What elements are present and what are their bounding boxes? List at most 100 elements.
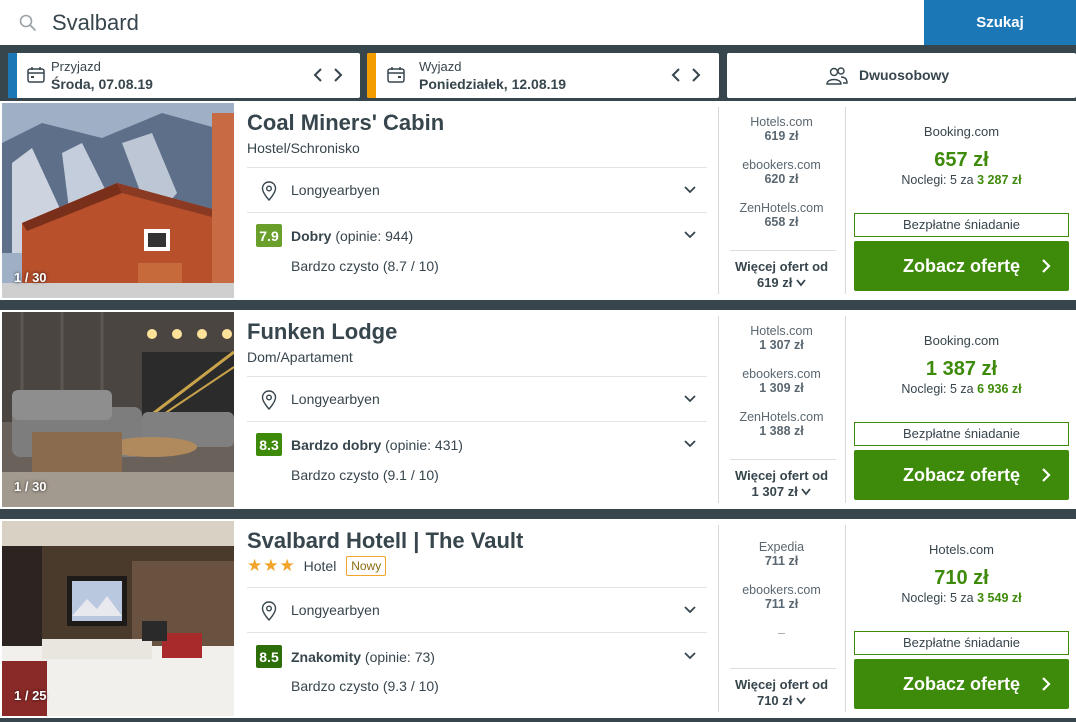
nights-text: Noclegi: 5 za: [901, 173, 974, 187]
divider: [247, 212, 707, 213]
hotel-type-row: ★★★ Hotel Nowy: [247, 556, 387, 576]
location-row[interactable]: Longyearbyen: [247, 169, 707, 211]
checkin-next-icon[interactable]: [331, 65, 345, 85]
checkin-value: Środa, 07.08.19: [51, 76, 153, 92]
provider-offer[interactable]: ebookers.com 711 zł: [722, 583, 841, 611]
column-divider: [718, 525, 719, 712]
rating-row[interactable]: 8.3 Bardzo dobry (opinie: 431): [247, 423, 707, 465]
hotel-card: 1 / 30 Funken Lodge Dom/Apartament Longy…: [0, 310, 1076, 509]
view-deal-button[interactable]: Zobacz ofertę: [854, 659, 1069, 709]
hotel-photo[interactable]: 1 / 25: [2, 521, 234, 716]
checkout-picker[interactable]: Wyjazd Poniedziałek, 12.08.19: [367, 53, 719, 98]
nights-summary: Noclegi: 5 za 6 936 zł: [854, 382, 1069, 396]
hotel-card: 1 / 25 Svalbard Hotell | The Vault ★★★ H…: [0, 519, 1076, 718]
best-offer-price[interactable]: 657 zł: [854, 149, 1069, 172]
hotel-name[interactable]: Funken Lodge: [247, 319, 397, 345]
more-offers-price: 710 zł: [756, 693, 793, 708]
provider-price: 711 zł: [764, 554, 799, 568]
rating-reviews: (opinie: 944): [335, 228, 414, 244]
photo-count: 1 / 30: [14, 479, 47, 494]
rating-text: Dobry (opinie: 944): [291, 228, 413, 244]
provider-offer[interactable]: ebookers.com 620 zł: [722, 158, 841, 186]
hotel-card: 1 / 30 Coal Miners' Cabin Hostel/Schroni…: [0, 101, 1076, 300]
provider-offer[interactable]: ZenHotels.com 1 388 zł: [722, 410, 841, 438]
provider-offer[interactable]: Expedia 711 zł: [722, 540, 841, 568]
provider-name: ZenHotels.com: [739, 410, 824, 424]
location-text: Longyearbyen: [291, 182, 380, 198]
location-row[interactable]: Longyearbyen: [247, 589, 707, 631]
more-offers-link[interactable]: Więcej ofert od 710 zł: [722, 677, 841, 709]
provider-offer[interactable]: ZenHotels.com 658 zł: [722, 201, 841, 229]
cleanliness-text: Bardzo czysto (9.3 / 10): [291, 678, 439, 694]
rating-score: 7.9: [256, 224, 282, 247]
view-deal-button[interactable]: Zobacz ofertę: [854, 450, 1069, 500]
more-offers-link[interactable]: Więcej ofert od 619 zł: [722, 259, 841, 291]
guests-label: Dwuosobowy: [859, 67, 950, 83]
more-offers-label: Więcej ofert od: [734, 677, 829, 692]
provider-name: Hotels.com: [750, 324, 813, 338]
nights-summary: Noclegi: 5 za 3 549 zł: [854, 591, 1069, 605]
more-offers-link[interactable]: Więcej ofert od 1 307 zł: [722, 468, 841, 500]
provider-name: ZenHotels.com: [739, 201, 824, 215]
chevron-down-icon: [684, 652, 696, 660]
provider-price: 711 zł: [764, 597, 799, 611]
divider: [247, 167, 707, 168]
guests-selector[interactable]: Dwuosobowy: [727, 53, 1076, 98]
provider-price: 1 388 zł: [759, 424, 804, 438]
divider: [730, 250, 836, 251]
hotel-name[interactable]: Svalbard Hotell | The Vault: [247, 528, 523, 554]
hotel-photo-image: [2, 521, 234, 716]
provider-name: ebookers.com: [742, 583, 821, 597]
hotel-photo[interactable]: 1 / 30: [2, 103, 234, 298]
provider-offer[interactable]: Hotels.com 619 zł: [722, 115, 841, 143]
checkout-prev-icon[interactable]: [669, 65, 683, 85]
more-offers-label: Więcej ofert od: [734, 259, 829, 274]
chevron-down-icon: [684, 440, 696, 448]
nights-text: Noclegi: 5 za: [901, 382, 974, 396]
checkout-next-icon[interactable]: [689, 65, 703, 85]
best-offer-price[interactable]: 1 387 zł: [854, 358, 1069, 381]
divider: [730, 668, 836, 669]
rating-reviews: (opinie: 431): [385, 437, 463, 453]
chevron-down-icon: [796, 697, 806, 705]
provider-offer[interactable]: Hotels.com 1 307 zł: [722, 324, 841, 352]
free-breakfast-badge: Bezpłatne śniadanie: [854, 631, 1069, 655]
best-offer-site: Hotels.com: [928, 542, 995, 557]
chevron-down-icon: [801, 488, 812, 496]
hotel-type: Hostel/Schronisko: [247, 140, 360, 156]
location-pin-icon: [261, 181, 277, 201]
cleanliness-text: Bardzo czysto (9.1 / 10): [291, 467, 439, 483]
search-input[interactable]: [52, 0, 912, 45]
best-offer-site: Booking.com: [923, 124, 1000, 139]
view-deal-button[interactable]: Zobacz ofertę: [854, 241, 1069, 291]
provider-offer[interactable]: ebookers.com 1 309 zł: [722, 367, 841, 395]
divider: [247, 632, 707, 633]
location-text: Longyearbyen: [291, 602, 380, 618]
search-button[interactable]: Szukaj: [924, 0, 1076, 45]
rating-label: Bardzo dobry: [291, 437, 382, 453]
checkin-picker[interactable]: Przyjazd Środa, 07.08.19: [8, 53, 360, 98]
view-deal-label: Zobacz ofertę: [902, 255, 1021, 276]
hotel-name[interactable]: Coal Miners' Cabin: [247, 110, 444, 136]
checkin-prev-icon[interactable]: [311, 65, 325, 85]
view-deal-label: Zobacz ofertę: [902, 464, 1021, 485]
location-row[interactable]: Longyearbyen: [247, 378, 707, 420]
checkin-accent: [8, 53, 17, 98]
divider: [247, 376, 707, 377]
nights-total: 6 936 zł: [977, 382, 1022, 396]
rating-row[interactable]: 7.9 Dobry (opinie: 944): [247, 214, 707, 256]
hotel-photo[interactable]: 1 / 30: [2, 312, 234, 507]
provider-name: ebookers.com: [742, 367, 821, 381]
location-text: Longyearbyen: [291, 391, 380, 407]
rating-row[interactable]: 8.5 Znakomity (opinie: 73): [247, 635, 707, 677]
nights-total: 3 287 zł: [977, 173, 1022, 187]
best-offer-price[interactable]: 710 zł: [854, 567, 1069, 590]
divider: [247, 421, 707, 422]
rating-reviews: (opinie: 73): [364, 649, 435, 665]
hotel-type: Dom/Apartament: [247, 349, 353, 365]
chevron-down-icon: [684, 395, 696, 403]
chevron-down-icon: [684, 186, 696, 194]
new-badge: Nowy: [346, 556, 387, 576]
column-divider: [718, 316, 719, 503]
cleanliness-text: Bardzo czysto (8.7 / 10): [291, 258, 439, 274]
